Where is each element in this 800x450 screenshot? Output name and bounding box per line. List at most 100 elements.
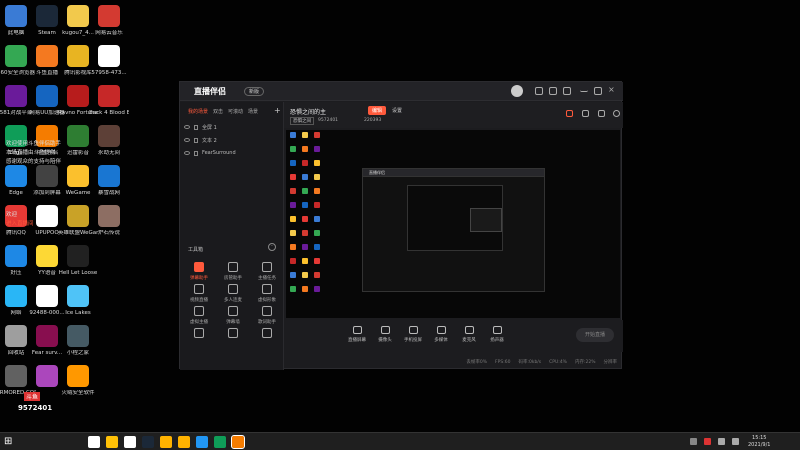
taskbar-app-icon[interactable] (196, 436, 208, 448)
scene-tab[interactable]: 可滚动 (228, 108, 243, 115)
source-item[interactable]: 文本 2 (184, 135, 280, 145)
avatar[interactable] (511, 85, 523, 97)
app-icon (5, 45, 27, 67)
settings-button[interactable]: 设置 (392, 107, 402, 114)
network-icon[interactable] (718, 438, 725, 445)
desktop-icon[interactable]: 火绒安全软件 (58, 362, 98, 414)
preview-icon (302, 230, 308, 236)
room-title: 恐惧之间的主 (290, 109, 327, 116)
skin-icon[interactable] (535, 87, 543, 95)
app-icon (98, 45, 120, 67)
app-icon (5, 85, 27, 107)
copy-icon[interactable] (582, 110, 589, 117)
tool-label: 视频直播 (190, 298, 208, 303)
lock-icon[interactable] (194, 150, 198, 156)
desktop-icon-label: Ice Lakes (65, 310, 91, 316)
volume-icon[interactable] (732, 438, 739, 445)
app-icon (67, 325, 89, 347)
app-icon (5, 285, 27, 307)
overlay-line: 欢迎 (6, 212, 18, 218)
toolbar-button[interactable]: 扬声器 (486, 326, 508, 350)
room-info-bar: 恐惧之间的主 编辑 设置 恐惧之间 9572401 220393 (284, 102, 623, 128)
share-icon[interactable] (613, 110, 620, 117)
taskbar-app-icon[interactable] (106, 436, 118, 448)
start-menu-icon[interactable]: ⊞ (4, 436, 16, 448)
preview-icon (302, 244, 308, 250)
version-button[interactable]: 新版 (244, 87, 265, 96)
maximize-icon[interactable] (594, 87, 602, 95)
tool-button[interactable] (252, 328, 282, 354)
taskbar-app-icon[interactable] (124, 436, 136, 448)
nested-preview-inner (407, 185, 503, 251)
overlay-line: 本场直播由斗鱼提供 (6, 150, 56, 156)
toolbar-button[interactable]: 直播屏幕 (346, 326, 368, 350)
preview-icon (314, 132, 320, 138)
tray-up-icon[interactable] (690, 438, 697, 445)
source-item[interactable]: 全屏 1 (184, 122, 280, 132)
menu-icon[interactable] (563, 87, 571, 95)
preview-icon (302, 216, 308, 222)
toolbar-button[interactable]: 麦克风 (458, 326, 480, 350)
toolbar-button-icon (436, 326, 446, 334)
lock-icon[interactable] (194, 124, 198, 130)
eye-icon[interactable] (184, 151, 190, 155)
toolbar-button-icon (352, 326, 362, 334)
tool-icon (194, 284, 204, 294)
eye-icon[interactable] (184, 138, 190, 142)
app-icon (67, 5, 89, 27)
scene-tab[interactable]: 场景 (248, 108, 258, 115)
taskbar-app-icon[interactable] (214, 436, 226, 448)
taskbar-app-icon[interactable] (160, 436, 172, 448)
close-icon[interactable]: × (608, 86, 616, 95)
gift-icon[interactable] (566, 110, 573, 117)
tool-icon (262, 328, 272, 338)
desktop-icon-label: 网易云音乐 (95, 30, 123, 36)
toolbox-add-icon[interactable]: · (268, 243, 276, 251)
tool-icon (194, 262, 204, 272)
stream-preview[interactable]: 直播伴侣 (286, 130, 620, 318)
preview-icon (302, 188, 308, 194)
scene-tab[interactable]: 双击 (213, 108, 223, 115)
toolbar-button[interactable]: 多媒体 (430, 326, 452, 350)
scene-tab[interactable]: 我的场景 (188, 108, 208, 115)
app-title: 直播伴侣 (194, 87, 226, 96)
minimize-icon[interactable] (580, 87, 588, 92)
add-source-button[interactable]: + (274, 106, 281, 115)
toolbar-button[interactable]: 手机投屏 (402, 326, 424, 350)
status-item: 码率:0kb/s (518, 360, 542, 365)
taskbar-app-icon[interactable] (142, 436, 154, 448)
overlay-line: 感谢观众的支持与陪伴 (6, 159, 62, 165)
lock-icon[interactable] (194, 137, 198, 143)
message-icon[interactable] (549, 87, 557, 95)
source-item[interactable]: FearSurround (184, 148, 280, 158)
category-tag[interactable]: 恐惧之间 (290, 117, 314, 125)
preview-icon (302, 174, 308, 180)
taskbar-app-icon[interactable] (231, 435, 245, 449)
edit-button[interactable]: 编辑 (368, 106, 387, 115)
toolbox-title: 工具箱 (188, 247, 204, 253)
preview-icon (290, 286, 296, 292)
clock-date: 2021/9/1 (748, 442, 771, 448)
toolbar-button[interactable]: 摄像头 (374, 326, 396, 350)
taskbar-app-icon[interactable] (88, 436, 100, 448)
desktop-icon-label: 小程之家 (66, 350, 89, 356)
clock[interactable]: 15:15 2021/9/1 (748, 435, 770, 449)
status-bar: 丢帧率0% FPS:60 码率:0kb/s CPU:4% 内存:22% 分辨率 (284, 354, 623, 370)
tool-button[interactable] (184, 328, 214, 354)
app-icon (36, 85, 58, 107)
start-stream-button[interactable]: 开始直播 (576, 328, 614, 342)
badge-logo: 斗鱼 (24, 392, 41, 401)
toolbar-button-icon (380, 326, 390, 334)
preview-icon (314, 244, 320, 250)
desktop-icon-label: Back 4 Blood Beta (89, 110, 129, 116)
app-icon (5, 5, 27, 27)
lock-icon[interactable] (598, 110, 605, 117)
app-titlebar: 直播伴侣 新版 × (180, 82, 623, 101)
eye-icon[interactable] (184, 125, 190, 129)
preview-icon (314, 146, 320, 152)
preview-icon (314, 286, 320, 292)
tray-app-icon[interactable] (704, 438, 711, 445)
taskbar-app-icon[interactable] (178, 436, 190, 448)
desktop-icon-label: 57958-473... (91, 70, 127, 76)
tool-button[interactable] (218, 328, 248, 354)
